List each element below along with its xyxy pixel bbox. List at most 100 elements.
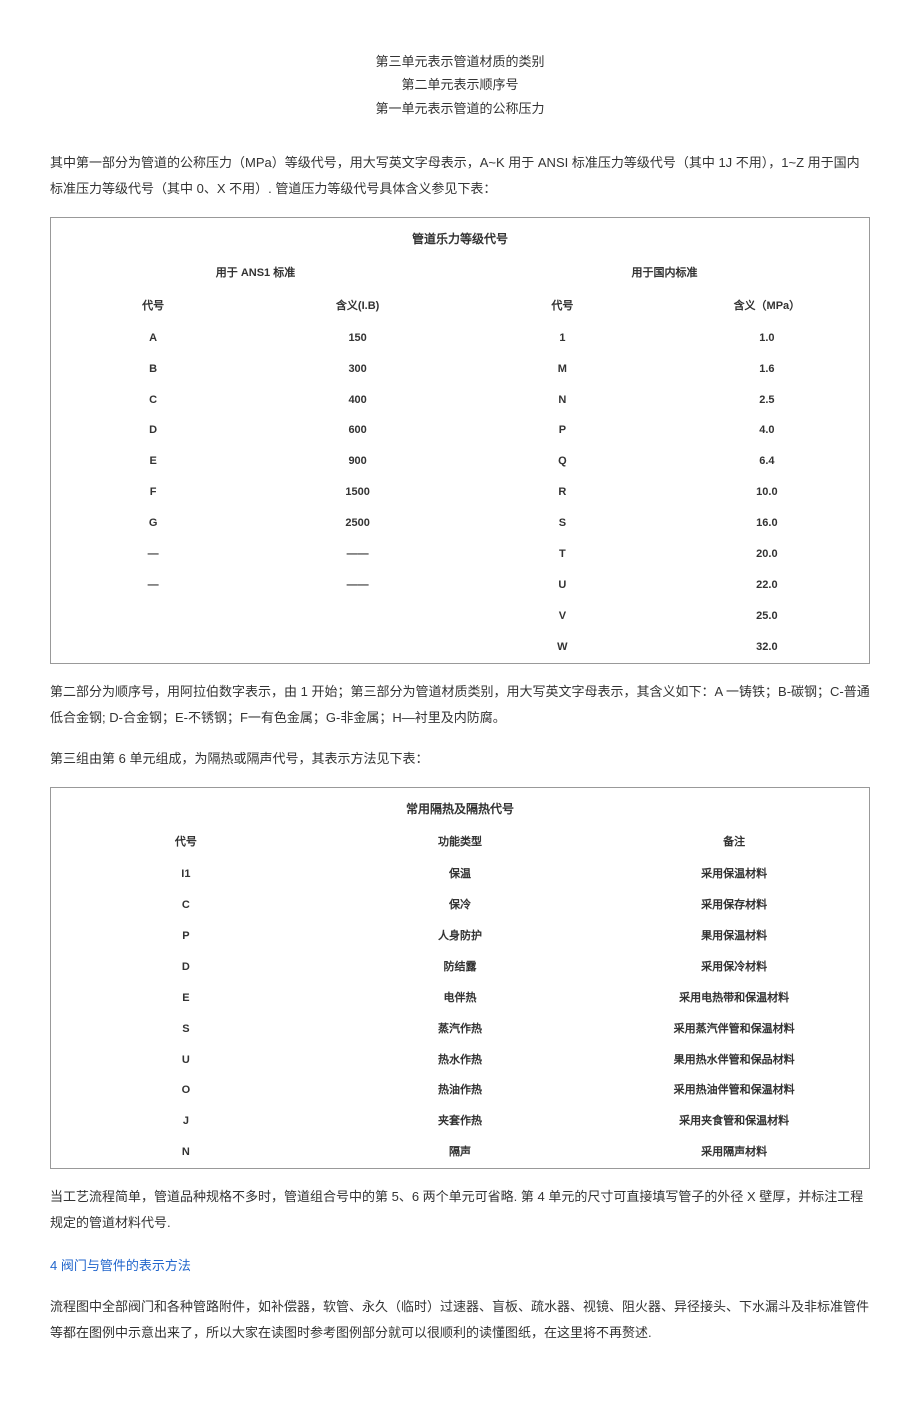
- table-cell: R: [460, 477, 665, 508]
- table-cell: E: [51, 446, 256, 477]
- table-cell: O: [51, 1075, 321, 1106]
- table-cell: ——: [255, 539, 460, 570]
- table-cell: [255, 632, 460, 663]
- table-cell: 电伴热: [321, 983, 599, 1014]
- table-cell: E: [51, 983, 321, 1014]
- table-cell: 隔声: [321, 1137, 599, 1168]
- table-cell: V: [460, 601, 665, 632]
- table-cell: 采用保温材料: [599, 859, 869, 890]
- table-cell: S: [460, 508, 665, 539]
- table-cell: [51, 601, 256, 632]
- paragraph-2: 第二部分为顺序号，用阿拉伯数字表示，由 1 开始；第三部分为管道材质类别，用大写…: [50, 679, 870, 731]
- table-cell: 25.0: [665, 601, 870, 632]
- insulation-code-table: 常用隔热及隔热代号 代号 功能类型 备注 I1保温采用保温材料C保冷采用保存材料…: [50, 787, 870, 1170]
- pressure-grade-table: 管道乐力等级代号 用于 ANS1 标准 用于国内标准 代号 含义(I.B) 代号…: [50, 217, 870, 663]
- table1-h2: 含义(I.B): [255, 290, 460, 323]
- unit-line-2: 第二单元表示顺序号: [50, 73, 870, 96]
- paragraph-4: 当工艺流程简单，管道品种规格不多时，管道组合号中的第 5、6 两个单元可省略. …: [50, 1184, 870, 1236]
- table2-h2: 功能类型: [321, 826, 599, 859]
- table-cell: 4.0: [665, 415, 870, 446]
- table2-h1: 代号: [51, 826, 321, 859]
- paragraph-3: 第三组由第 6 单元组成，为隔热或隔声代号，其表示方法见下表：: [50, 746, 870, 772]
- table-cell: 采用保冷材料: [599, 952, 869, 983]
- table1-group1: 用于 ANS1 标准: [51, 257, 461, 290]
- table2-h3: 备注: [599, 826, 869, 859]
- table-cell: S: [51, 1014, 321, 1045]
- table-cell: 300: [255, 354, 460, 385]
- table-cell: P: [51, 921, 321, 952]
- unit-line-3: 第三单元表示管道材质的类别: [50, 50, 870, 73]
- table-cell: A: [51, 323, 256, 354]
- table-row: W32.0: [51, 632, 870, 663]
- table-cell: —: [51, 539, 256, 570]
- table1-h4: 含义（MPa）: [665, 290, 870, 323]
- table-cell: 采用热油伴管和保温材料: [599, 1075, 869, 1106]
- table-cell: P: [460, 415, 665, 446]
- table-cell: 400: [255, 385, 460, 416]
- table-cell: B: [51, 354, 256, 385]
- table-row: F1500R10.0: [51, 477, 870, 508]
- table-row: ———T20.0: [51, 539, 870, 570]
- table-row: V25.0: [51, 601, 870, 632]
- table-cell: 6.4: [665, 446, 870, 477]
- unit-definition-block: 第三单元表示管道材质的类别 第二单元表示顺序号 第一单元表示管道的公称压力: [50, 50, 870, 120]
- table-row: I1保温采用保温材料: [51, 859, 870, 890]
- table-cell: 1500: [255, 477, 460, 508]
- table-cell: F: [51, 477, 256, 508]
- table-row: ———U22.0: [51, 570, 870, 601]
- table-cell: ——: [255, 570, 460, 601]
- table-cell: 热水作热: [321, 1045, 599, 1076]
- table-cell: [51, 632, 256, 663]
- table-row: D600P4.0: [51, 415, 870, 446]
- table-cell: U: [460, 570, 665, 601]
- table-cell: 保温: [321, 859, 599, 890]
- table-row: C400N2.5: [51, 385, 870, 416]
- table-cell: 10.0: [665, 477, 870, 508]
- table-cell: 20.0: [665, 539, 870, 570]
- table-cell: 900: [255, 446, 460, 477]
- table-row: C保冷采用保存材料: [51, 890, 870, 921]
- table-cell: 采用隔声材料: [599, 1137, 869, 1168]
- section-4-title: 4 阀门与管件的表示方法: [50, 1254, 870, 1279]
- table-cell: N: [51, 1137, 321, 1168]
- table-cell: M: [460, 354, 665, 385]
- table-row: O热油作热采用热油伴管和保温材料: [51, 1075, 870, 1106]
- table-row: E900Q6.4: [51, 446, 870, 477]
- table-cell: 保冷: [321, 890, 599, 921]
- table-cell: G: [51, 508, 256, 539]
- table-cell: 1.0: [665, 323, 870, 354]
- table-cell: 1: [460, 323, 665, 354]
- table-cell: [255, 601, 460, 632]
- table-cell: D: [51, 952, 321, 983]
- table-cell: C: [51, 890, 321, 921]
- table2-title: 常用隔热及隔热代号: [51, 787, 870, 826]
- table-row: U热水作热果用热水伴管和保品材料: [51, 1045, 870, 1076]
- table-row: J夹套作热采用夹食管和保温材料: [51, 1106, 870, 1137]
- table-cell: 采用电热带和保温材料: [599, 983, 869, 1014]
- table-row: G2500S16.0: [51, 508, 870, 539]
- table-cell: 热油作热: [321, 1075, 599, 1106]
- table-cell: 人身防护: [321, 921, 599, 952]
- table1-group2: 用于国内标准: [460, 257, 870, 290]
- table-cell: 夹套作热: [321, 1106, 599, 1137]
- table-cell: 150: [255, 323, 460, 354]
- table-cell: C: [51, 385, 256, 416]
- table-cell: 果用热水伴管和保品材料: [599, 1045, 869, 1076]
- table-cell: 16.0: [665, 508, 870, 539]
- table-cell: 1.6: [665, 354, 870, 385]
- table-cell: 蒸汽作热: [321, 1014, 599, 1045]
- table-row: P人身防护果用保温材料: [51, 921, 870, 952]
- table-cell: 2.5: [665, 385, 870, 416]
- table-row: N隔声采用隔声材料: [51, 1137, 870, 1168]
- table-cell: 采用蒸汽伴管和保温材料: [599, 1014, 869, 1045]
- table-cell: 600: [255, 415, 460, 446]
- table1-h1: 代号: [51, 290, 256, 323]
- table-cell: J: [51, 1106, 321, 1137]
- table1-title: 管道乐力等级代号: [51, 218, 870, 257]
- table-cell: 采用保存材料: [599, 890, 869, 921]
- unit-line-1: 第一单元表示管道的公称压力: [50, 97, 870, 120]
- table-cell: U: [51, 1045, 321, 1076]
- paragraph-1: 其中第一部分为管道的公称压力（MPa）等级代号，用大写英文字母表示，A~K 用于…: [50, 150, 870, 202]
- table-cell: 采用夹食管和保温材料: [599, 1106, 869, 1137]
- table-row: D防结露采用保冷材料: [51, 952, 870, 983]
